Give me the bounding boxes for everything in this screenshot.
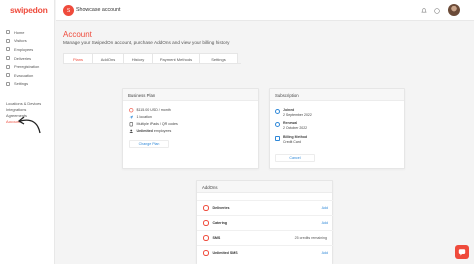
deliveries-icon: [6, 56, 10, 61]
cancel-subscription-button[interactable]: Cancel: [275, 154, 315, 162]
plan-price: $115.00 USD / month: [136, 108, 171, 113]
change-plan-button[interactable]: Change Plan: [129, 140, 169, 148]
account-name[interactable]: Showcase account: [76, 7, 120, 13]
plan-employees-rest: employees: [153, 129, 172, 134]
sidebar-item-preregistration[interactable]: Preregistration: [0, 62, 55, 71]
tab-payment-methods[interactable]: Payment Methods: [152, 53, 200, 63]
sidebar-item-label: Settings: [14, 81, 29, 87]
credit-card-icon: [275, 135, 280, 141]
calendar-icon: [275, 108, 280, 114]
visitors-icon: [6, 38, 10, 43]
plan-employees-row: Unlimited employees: [129, 129, 171, 134]
sidebar-link-integrations[interactable]: Integrations: [6, 107, 26, 112]
addon-name: SMS: [212, 236, 221, 240]
unlimited-sms-icon: [203, 250, 209, 256]
sidebar-item-home[interactable]: Home: [0, 28, 55, 37]
employees-icon: [129, 129, 134, 134]
catering-icon: [203, 220, 209, 226]
settings-icon: [6, 81, 10, 86]
swipedon-logo[interactable]: swipedon: [10, 5, 48, 15]
account-avatar[interactable]: S: [63, 5, 74, 16]
tab-plans[interactable]: Plans: [63, 53, 93, 63]
add-deliveries-button[interactable]: Add: [322, 206, 328, 210]
addon-row-unlimited-sms: Unlimited SMS Add: [197, 245, 333, 260]
price-icon: [129, 108, 134, 113]
addon-row-deliveries: Deliveries Add: [197, 200, 333, 215]
account-tabs: Plans AddOns History Payment Methods Set…: [63, 53, 241, 64]
sidebar-item-evacuation[interactable]: Evacuation: [0, 71, 55, 80]
sidebar-item-label: Visitors: [14, 38, 27, 44]
renewal-icon: [275, 121, 280, 127]
notification-bell-icon[interactable]: [420, 7, 427, 14]
addons-card: AddOns Deliveries Add Catering Add SMS 2…: [196, 180, 333, 264]
plan-employees-bold: Unlimited: [136, 129, 153, 134]
joined-row: Joined 2 September 2022: [275, 108, 312, 117]
tab-settings[interactable]: Settings: [199, 53, 238, 63]
sidebar-item-deliveries[interactable]: Deliveries: [0, 54, 55, 63]
sidebar-item-label: Employees: [14, 46, 34, 52]
add-unlimited-sms-button[interactable]: Add: [322, 251, 328, 255]
preregistration-icon: [6, 64, 10, 69]
addons-header: AddOns: [197, 181, 332, 193]
addon-name: Catering: [212, 221, 228, 225]
sms-credits-remaining: 25 credits remaining: [294, 236, 327, 240]
top-bar: S Showcase account: [56, 0, 474, 21]
business-plan-card: Business Plan $115.00 USD / month 1 loca…: [122, 88, 259, 169]
add-catering-button[interactable]: Add: [322, 221, 328, 225]
billing-value: Credit Card: [283, 139, 301, 144]
ipad-icon: [129, 122, 134, 127]
chat-widget-button[interactable]: [455, 245, 469, 259]
plan-ipads-row: Multiple iPads / QR codes: [129, 122, 178, 127]
evacuation-icon: [6, 73, 10, 78]
renewal-value: 2 October 2022: [283, 125, 308, 130]
page-subtitle: Manage your SwipedOn account, purchase A…: [63, 40, 230, 45]
page-title: Account: [63, 30, 92, 39]
plan-locations-row: 1 location: [129, 115, 152, 120]
addon-row-catering: Catering Add: [197, 215, 333, 230]
annotation-arrow-icon: [17, 116, 41, 134]
sidebar-item-visitors[interactable]: Visitors: [0, 37, 55, 46]
sms-icon: [203, 235, 209, 241]
sidebar-item-label: Evacuation: [14, 72, 34, 78]
sidebar: swipedon Home Visitors Employees Deliver…: [0, 0, 55, 264]
sidebar-nav: Home Visitors Employees Deliveries Prere…: [0, 28, 55, 88]
home-icon: [6, 30, 10, 35]
billing-label: Billing Method: [283, 135, 308, 139]
user-avatar[interactable]: [448, 4, 460, 16]
addon-row-sms: SMS 25 credits remaining: [197, 230, 333, 245]
location-icon: [129, 115, 134, 120]
addon-name: Deliveries: [212, 206, 230, 210]
billing-row: Billing Method Credit Card: [275, 135, 307, 144]
sidebar-item-label: Home: [14, 29, 25, 35]
subscription-header: Subscription: [270, 89, 404, 101]
joined-value: 2 September 2022: [283, 112, 312, 117]
employees-icon: [6, 47, 10, 52]
sidebar-item-label: Deliveries: [14, 55, 32, 61]
addon-name: Unlimited SMS: [212, 251, 238, 255]
sidebar-item-settings[interactable]: Settings: [0, 80, 55, 89]
tab-addons[interactable]: AddOns: [92, 53, 124, 63]
deliveries-icon: [203, 205, 209, 211]
plan-locations: 1 location: [136, 115, 152, 120]
chat-icon: [458, 249, 466, 256]
sidebar-item-label: Preregistration: [14, 64, 40, 70]
renewal-row: Renewal 2 October 2022: [275, 121, 307, 130]
plan-ipads: Multiple iPads / QR codes: [136, 122, 178, 127]
tab-history[interactable]: History: [123, 53, 153, 63]
help-icon[interactable]: [433, 7, 440, 14]
subscription-card: Subscription Joined 2 September 2022 Rene…: [269, 88, 405, 169]
sidebar-item-employees[interactable]: Employees: [0, 45, 55, 54]
business-plan-header: Business Plan: [123, 89, 258, 101]
sidebar-link-locations-devices[interactable]: Locations & Devices: [6, 101, 41, 106]
plan-price-row: $115.00 USD / month: [129, 108, 171, 113]
